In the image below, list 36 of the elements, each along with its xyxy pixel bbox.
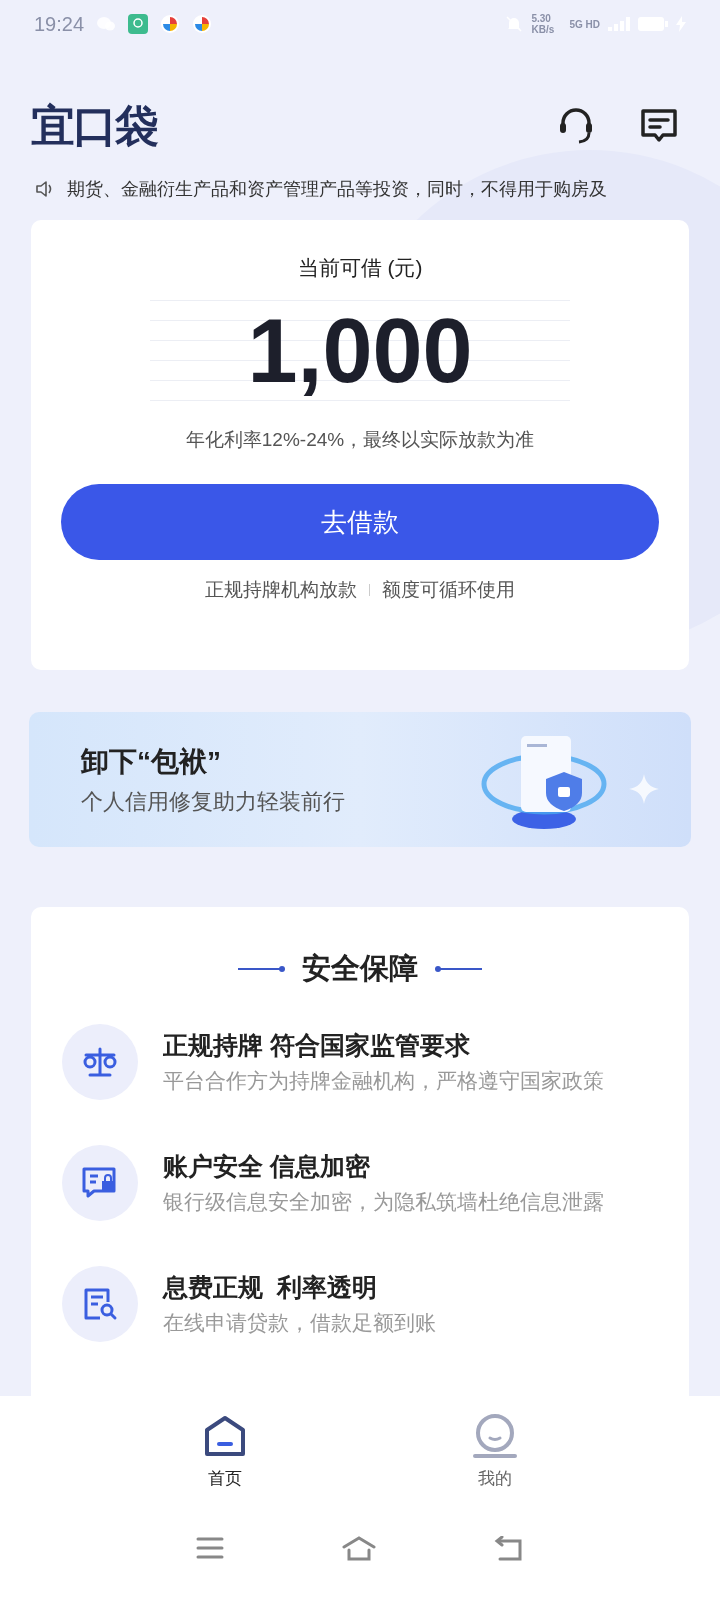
banner-subtitle: 个人信用修复助力轻装前行	[81, 788, 345, 816]
nav-tab[interactable]: 我的	[445, 1414, 545, 1504]
app-icon	[160, 14, 181, 34]
feature-description: 平台合作方为持牌金融机构，严格遵守国家政策	[163, 1067, 604, 1094]
title-ornament-icon	[238, 964, 286, 973]
feature-description: 在线申请贷款，借款足额到账	[163, 1309, 436, 1336]
section-title: 安全保障	[302, 951, 418, 986]
feature-text: 额度可循环使用	[382, 578, 515, 602]
nav-tab[interactable]: 首页	[175, 1414, 275, 1504]
home-icon[interactable]	[342, 1536, 376, 1562]
network-speed: 5.30 KB/s	[531, 13, 556, 35]
promo-banner[interactable]: 卸下“包袱” 个人信用修复助力轻装前行	[29, 712, 691, 847]
app-icon	[128, 14, 149, 34]
title-ornament-icon	[434, 964, 482, 973]
feature-title: 息费正规 利率透明	[163, 1272, 378, 1303]
network-type: 5G HD	[569, 17, 600, 32]
app-icon	[192, 14, 213, 34]
feature-text: 正规持牌机构放款	[205, 578, 357, 602]
limit-amount: 1,000	[247, 305, 473, 396]
feature-title: 正规持牌 符合国家监管要求	[163, 1030, 471, 1061]
message-icon[interactable]	[639, 107, 679, 145]
customer-service-icon[interactable]	[557, 107, 595, 145]
rate-note: 年化利率12%-24%，最终以实际放款为准	[185, 427, 535, 452]
profile-icon	[473, 1414, 517, 1458]
menu-icon[interactable]	[196, 1536, 224, 1560]
status-time: 19:24	[34, 12, 85, 37]
home-icon	[203, 1414, 247, 1458]
back-icon[interactable]	[494, 1536, 524, 1562]
notice-text: 期货、金融衍生产品和资产管理产品等投资，同时，不得用于购房及	[67, 177, 607, 201]
sparkle-icon	[629, 774, 659, 804]
borrow-button[interactable]: 去借款	[61, 484, 659, 560]
feature-description: 银行级信息安全加密，为隐私筑墙杜绝信息泄露	[163, 1188, 604, 1215]
limit-label: 当前可借 (元)	[297, 255, 423, 281]
app-logo: 宜口袋	[31, 100, 157, 152]
feature-title: 账户安全 信息加密	[163, 1151, 371, 1182]
banner-title: 卸下“包袱”	[81, 745, 221, 779]
